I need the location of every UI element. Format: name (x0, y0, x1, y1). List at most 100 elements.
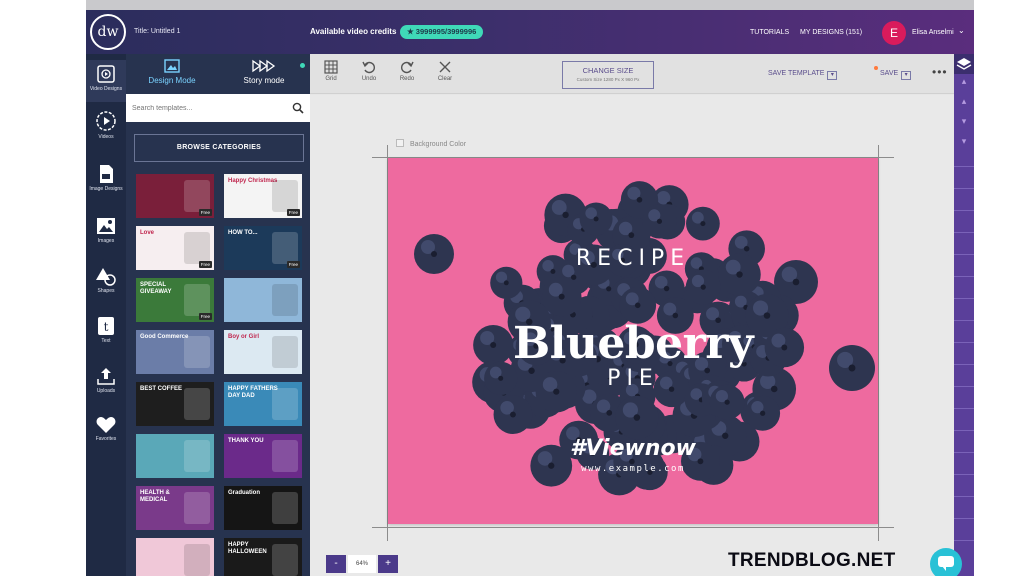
rail-label: Text (101, 338, 111, 344)
search-icon[interactable] (292, 102, 304, 114)
template-thumbnail[interactable]: HAPPY FATHERS DAY DAD (224, 382, 302, 426)
layer-slot[interactable] (954, 166, 974, 180)
template-thumbnail[interactable]: HEALTH & MEDICAL (136, 486, 214, 530)
template-thumbnail[interactable]: Happy Christmas Free (224, 174, 302, 218)
rail-item-images[interactable]: Images (86, 216, 126, 244)
unsaved-dot (874, 66, 878, 70)
template-thumbnail[interactable]: Boy or Girl (224, 330, 302, 374)
rail-item-uploads[interactable]: Uploads (86, 366, 126, 394)
undo-button[interactable]: Undo (354, 60, 384, 82)
layer-slot[interactable] (954, 320, 974, 334)
user-name[interactable]: Elisa Anselmi (912, 29, 954, 36)
template-thumbnail[interactable]: SPECIAL GIVEAWAY Free (136, 278, 214, 322)
tab-design-mode[interactable]: Design Mode (126, 54, 218, 94)
layer-down-icon[interactable]: ▾ (954, 116, 974, 127)
design-canvas[interactable]: RECIPE Blueberry PIE #Viewnow www.exampl… (388, 158, 878, 524)
blueberry (685, 269, 721, 305)
chevron-down-icon[interactable]: ⌄ (958, 26, 965, 35)
blueberry (493, 395, 533, 434)
layers-rail: ▴ ▴ ▾ ▾ (954, 54, 974, 576)
layer-slot[interactable] (954, 474, 974, 488)
layer-up-icon[interactable]: ▴ (954, 76, 974, 87)
crop-guide-right (878, 145, 879, 541)
app-logo[interactable]: dw (90, 14, 126, 50)
image-designs-icon (100, 165, 113, 183)
shapes-icon (96, 268, 116, 286)
background-color-control[interactable]: Background Color (396, 139, 466, 148)
template-thumbnail-photo (184, 180, 210, 212)
rail-item-text[interactable]: t Text (86, 316, 126, 344)
more-options-icon[interactable]: ••• (932, 65, 948, 79)
browse-categories-button[interactable]: BROWSE CATEGORIES (134, 134, 304, 162)
tab-story-mode[interactable]: Story mode (218, 54, 310, 94)
chevron-down-icon[interactable]: ▾ (827, 71, 838, 80)
tab-label: Design Mode (148, 76, 196, 85)
svg-text:t: t (104, 320, 109, 334)
rail-item-favorites[interactable]: Favorites (86, 416, 126, 442)
user-avatar[interactable]: E (882, 21, 906, 45)
zoom-level: 64% (348, 555, 376, 573)
template-thumbnail[interactable]: Love Free (136, 226, 214, 270)
layer-slot[interactable] (954, 452, 974, 466)
template-thumbnail[interactable]: Free (136, 174, 214, 218)
template-thumbnail[interactable] (136, 434, 214, 478)
template-thumbnail[interactable]: HOW TO... Free (224, 226, 302, 270)
save-template-button[interactable]: SAVE TEMPLATE ▾ (768, 70, 838, 80)
layer-slot[interactable] (954, 254, 974, 268)
layer-slot[interactable] (954, 408, 974, 422)
zoom-out-button[interactable]: - (326, 555, 346, 573)
layer-up-icon[interactable]: ▴ (954, 96, 974, 107)
rail-item-videos[interactable]: Videos (86, 110, 126, 140)
crop-guide-bottom (372, 527, 894, 528)
zoom-in-button[interactable]: + (378, 555, 398, 573)
layer-slot[interactable] (954, 232, 974, 246)
rail-item-video-designs[interactable]: Video Designs (86, 60, 126, 102)
chevron-down-icon[interactable]: ▾ (901, 71, 912, 80)
rail-label: Shapes (97, 288, 115, 294)
grid-button[interactable]: Grid (316, 60, 346, 82)
clear-button[interactable]: Clear (430, 60, 460, 82)
template-thumbnail[interactable]: HAPPY HALLOWEEN (224, 538, 302, 576)
redo-button[interactable]: Redo (392, 60, 422, 82)
templates-panel: Design Mode Story mode BROWSE CATEGORIES… (126, 54, 310, 576)
layer-down-icon[interactable]: ▾ (954, 136, 974, 147)
document-title[interactable]: Title: Untitled 1 (134, 28, 180, 35)
rail-item-shapes[interactable]: Shapes (86, 266, 126, 294)
design-hashtag-text[interactable]: #Viewnow (388, 436, 878, 461)
design-pie-text[interactable]: PIE (388, 366, 878, 391)
template-thumbnail-photo (184, 388, 210, 420)
layer-slot[interactable] (954, 496, 974, 510)
layer-slot[interactable] (954, 364, 974, 378)
layer-slot[interactable] (954, 188, 974, 202)
background-color-swatch[interactable] (396, 139, 404, 147)
screenshot-stage: dw Title: Untitled 1 Available video cre… (0, 0, 1024, 576)
layer-slot[interactable] (954, 430, 974, 444)
save-button[interactable]: SAVE ▾ (880, 70, 912, 80)
layer-slot[interactable] (954, 342, 974, 356)
template-search-input[interactable] (132, 100, 282, 116)
layer-slot[interactable] (954, 518, 974, 532)
layer-slot[interactable] (954, 386, 974, 400)
layer-slot[interactable] (954, 276, 974, 290)
change-size-button[interactable]: CHANGE SIZE Custom Size 1280 Px X 960 Px (562, 61, 654, 89)
template-thumbnail[interactable] (224, 278, 302, 322)
template-thumbnail[interactable]: Graduation (224, 486, 302, 530)
layer-slot[interactable] (954, 298, 974, 312)
editor-toolbar: Grid Undo Redo Clear CHANGE SIZE Custom … (310, 54, 954, 94)
design-recipe-text[interactable]: RECIPE (388, 246, 878, 271)
my-designs-link[interactable]: MY DESIGNS (151) (800, 29, 862, 36)
template-thumbnail[interactable]: BEST COFFEE (136, 382, 214, 426)
template-thumbnail[interactable]: Good Commerce (136, 330, 214, 374)
free-badge: Free (198, 261, 212, 268)
template-thumbnail[interactable] (136, 538, 214, 576)
template-thumbnail[interactable]: THANK YOU (224, 434, 302, 478)
chat-icon (938, 556, 954, 567)
design-title-text[interactable]: Blueberry (388, 318, 878, 369)
blueberry (642, 204, 677, 239)
layers-toggle[interactable] (954, 54, 974, 74)
blueberry (490, 266, 523, 299)
design-url-text[interactable]: www.example.com (388, 464, 878, 474)
rail-item-image-designs[interactable]: Image Designs (86, 164, 126, 192)
layer-slot[interactable] (954, 210, 974, 224)
tutorials-link[interactable]: TUTORIALS (750, 29, 789, 36)
